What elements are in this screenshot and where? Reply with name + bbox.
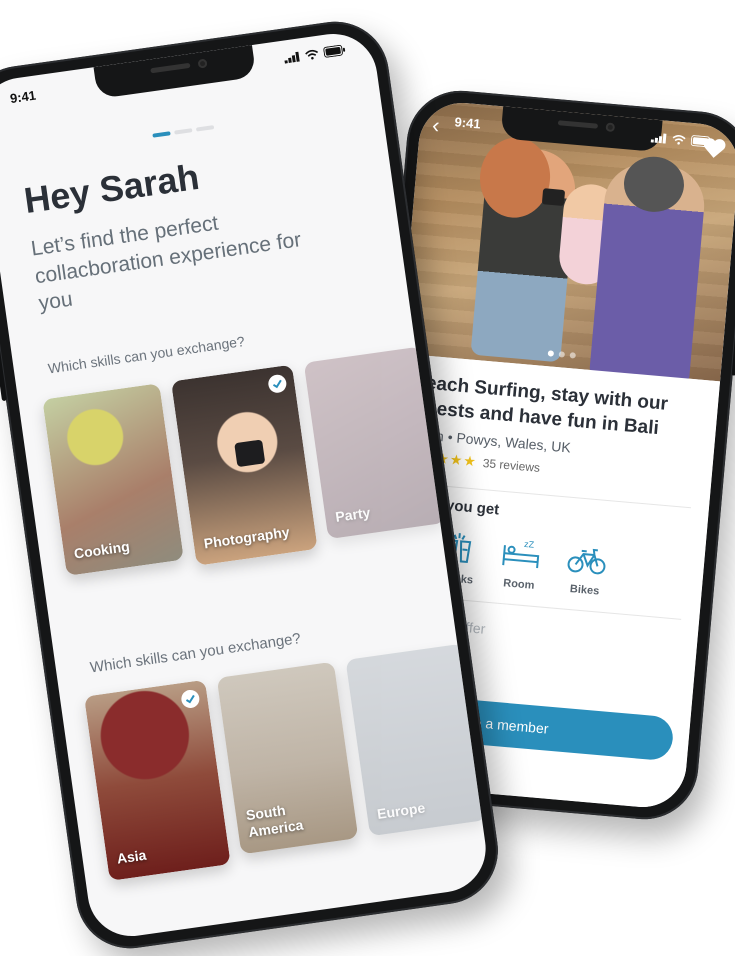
notch [93,45,256,100]
signal-icon [284,51,300,64]
region-card-europe[interactable]: Europe [345,643,488,837]
battery-icon [323,44,346,58]
skill-label: Cooking [72,538,131,562]
camera-lens [234,439,266,468]
volume-down-button [0,339,8,402]
region-label: Europe [376,799,427,823]
status-icons [283,44,346,64]
check-icon [180,688,201,710]
listing-place: Powys, Wales, UK [455,429,572,456]
battery-icon [690,135,713,148]
greeting-title: Hey Sarah [21,155,202,221]
review-count[interactable]: 35 reviews [482,456,540,475]
skill-card-party[interactable]: Party [303,346,446,540]
wifi-icon [305,49,318,60]
amenity-label: Room [502,577,535,593]
bike-icon [567,549,606,575]
amenity-room: zZ Room [498,535,543,592]
amenity-label: Bikes [569,583,600,598]
region-label: South America [245,802,305,841]
hero-person [589,154,708,384]
power-button [731,295,735,376]
amenity-bikes: Bikes [564,541,609,598]
skills-question: Which skills can you exchange? [46,333,246,377]
hero-camera [541,188,566,207]
wifi-icon [672,134,686,145]
region-cards: Asia South America Europe [84,643,488,881]
signal-icon [650,132,667,144]
check-icon [267,373,288,394]
status-time: 9:41 [454,114,482,132]
skills-cards: Cooking Photography Party [42,346,446,583]
region-card-south-america[interactable]: South America [216,661,359,855]
svg-text:zZ: zZ [524,539,535,550]
skill-label: Photography [202,523,291,552]
status-time: 9:41 [9,87,37,107]
region-card-asia[interactable]: Asia [84,679,231,881]
skill-card-photography[interactable]: Photography [171,364,318,566]
onboarding-step-indicator [151,125,214,138]
region-label: Asia [115,846,148,867]
skill-card-cooking[interactable]: Cooking [42,383,184,576]
skill-label: Party [334,504,372,526]
bed-icon: zZ [502,539,540,569]
